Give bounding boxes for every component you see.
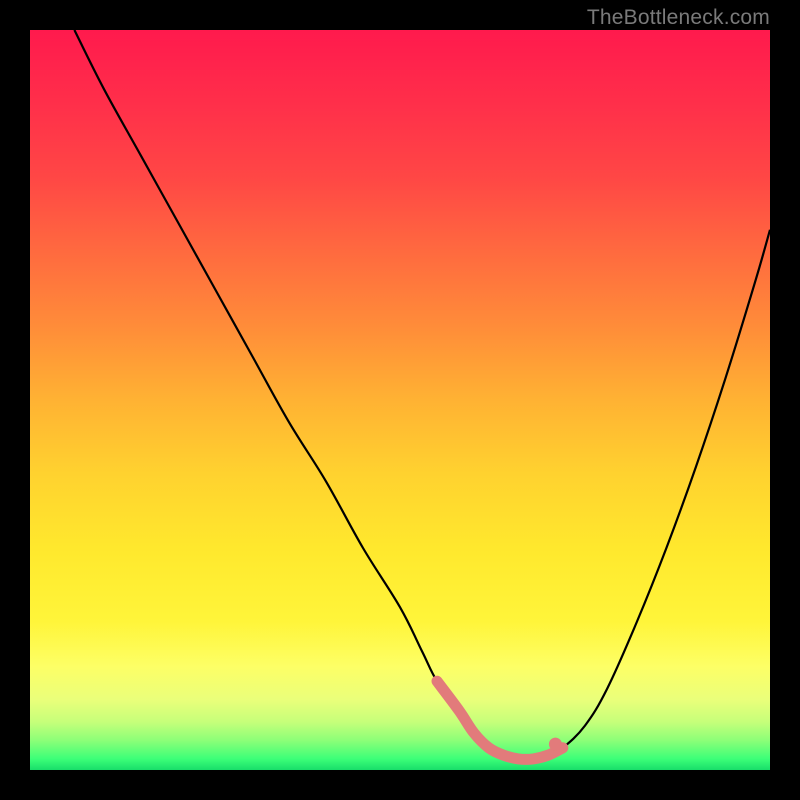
- marker-dot: [549, 738, 562, 751]
- bottleneck-chart: [30, 30, 770, 770]
- gradient-background: [30, 30, 770, 770]
- chart-frame: TheBottleneck.com: [0, 0, 800, 800]
- plot-area: [30, 30, 770, 770]
- attribution-text: TheBottleneck.com: [587, 6, 770, 30]
